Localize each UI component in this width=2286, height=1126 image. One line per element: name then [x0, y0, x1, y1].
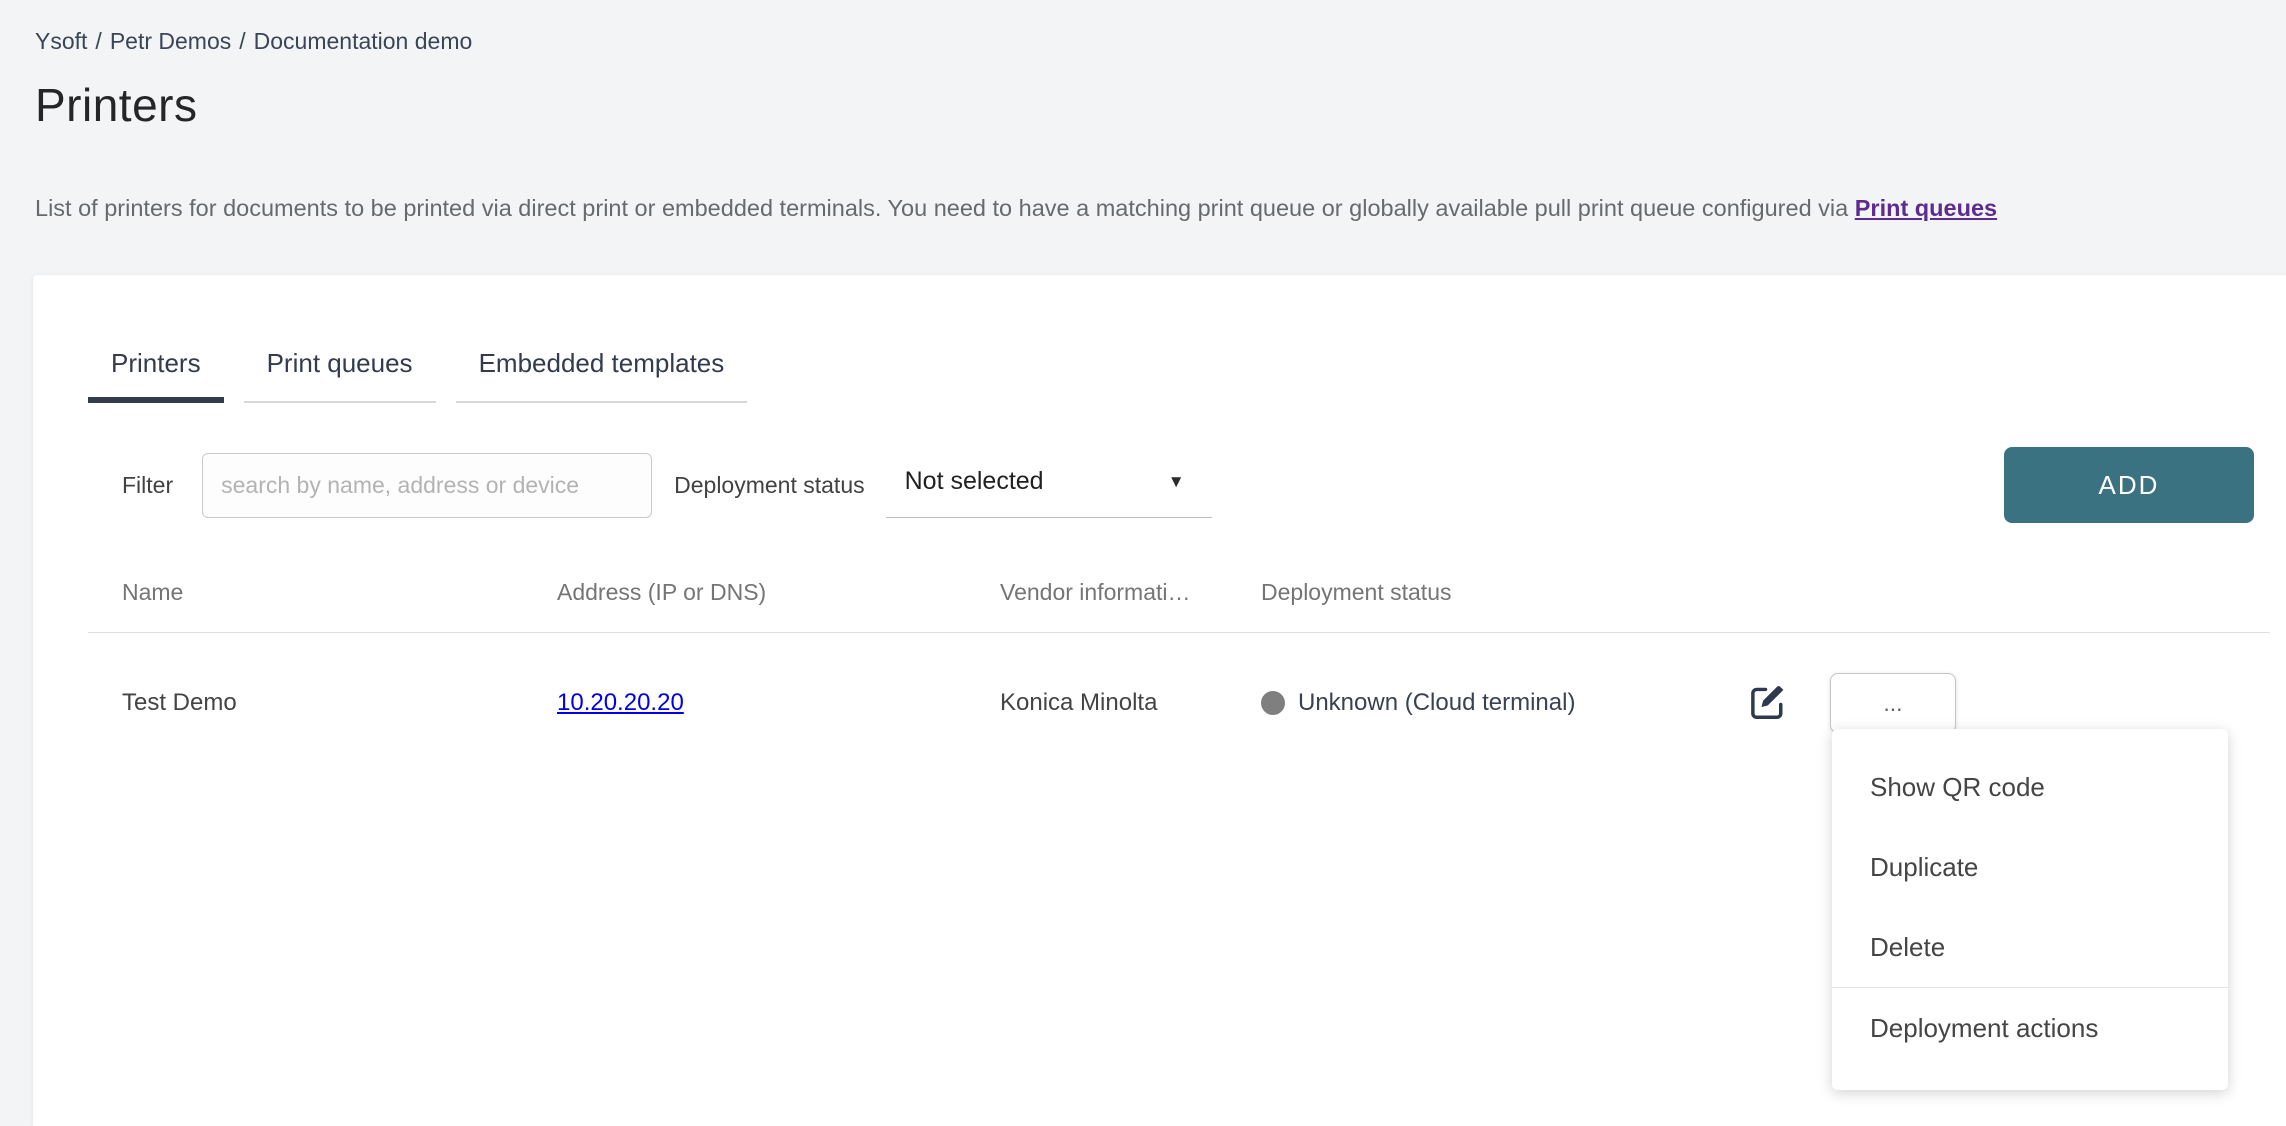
row-more-actions-button[interactable]: ... [1830, 673, 1956, 733]
tab-bar: Printers Print queues Embedded templates [88, 347, 2270, 403]
page-title: Printers [35, 79, 2251, 131]
breadcrumb-separator: / [231, 28, 253, 54]
breadcrumb-item-documentation-demo[interactable]: Documentation demo [254, 28, 473, 54]
filter-label: Filter [122, 472, 173, 499]
table-header: Name Address (IP or DNS) Vendor informat… [88, 578, 2270, 633]
tab-printers[interactable]: Printers [88, 347, 224, 403]
breadcrumb-separator: / [87, 28, 109, 54]
printer-name: Test Demo [122, 689, 557, 717]
menu-item-deployment-actions[interactable]: Deployment actions [1832, 988, 2228, 1068]
tab-print-queues[interactable]: Print queues [244, 347, 436, 403]
printer-address-cell: 10.20.20.20 [557, 689, 1000, 717]
printer-vendor: Konica Minolta [1000, 689, 1261, 717]
search-input[interactable] [202, 453, 652, 518]
column-header-name: Name [122, 578, 557, 606]
status-dot-icon [1261, 691, 1285, 715]
status-text: Unknown (Cloud terminal) [1298, 689, 1575, 717]
breadcrumb-item-ysoft[interactable]: Ysoft [35, 28, 87, 54]
page-description: List of printers for documents to be pri… [35, 193, 2251, 223]
chevron-down-icon: ▼ [1168, 472, 1185, 492]
row-actions: ... [1745, 673, 1956, 733]
deployment-status-select[interactable]: Not selected ▼ [886, 452, 1212, 518]
deployment-status-select-value: Not selected [905, 467, 1044, 496]
printers-page: { "breadcrumb": { "separator": "/", "ite… [0, 0, 2286, 1126]
printer-address-link[interactable]: 10.20.20.20 [557, 689, 684, 716]
edit-button[interactable] [1745, 681, 1789, 725]
breadcrumb-item-petr-demos[interactable]: Petr Demos [110, 28, 231, 54]
column-header-deployment-status: Deployment status [1261, 578, 1745, 606]
menu-item-delete[interactable]: Delete [1832, 907, 2228, 987]
column-header-vendor: Vendor informati… [1000, 578, 1261, 606]
deployment-status-filter-label: Deployment status [674, 472, 864, 499]
column-header-address: Address (IP or DNS) [557, 578, 1000, 606]
tab-embedded-templates[interactable]: Embedded templates [456, 347, 748, 403]
row-actions-menu: Show QR code Duplicate Delete Deployment… [1832, 729, 2228, 1090]
breadcrumb: Ysoft/Petr Demos/Documentation demo [35, 27, 2251, 55]
edit-pencil-icon [1745, 681, 1789, 725]
menu-item-show-qr-code[interactable]: Show QR code [1832, 747, 2228, 827]
printer-deployment-status: Unknown (Cloud terminal) [1261, 689, 1745, 717]
add-button[interactable]: ADD [2004, 447, 2254, 523]
menu-item-duplicate[interactable]: Duplicate [1832, 827, 2228, 907]
page-description-text: List of printers for documents to be pri… [35, 195, 1855, 221]
filter-toolbar: Filter Deployment status Not selected ▼ … [88, 447, 2270, 523]
print-queues-link[interactable]: Print queues [1855, 195, 1997, 221]
page-header: Ysoft/Petr Demos/Documentation demo Prin… [0, 0, 2286, 223]
